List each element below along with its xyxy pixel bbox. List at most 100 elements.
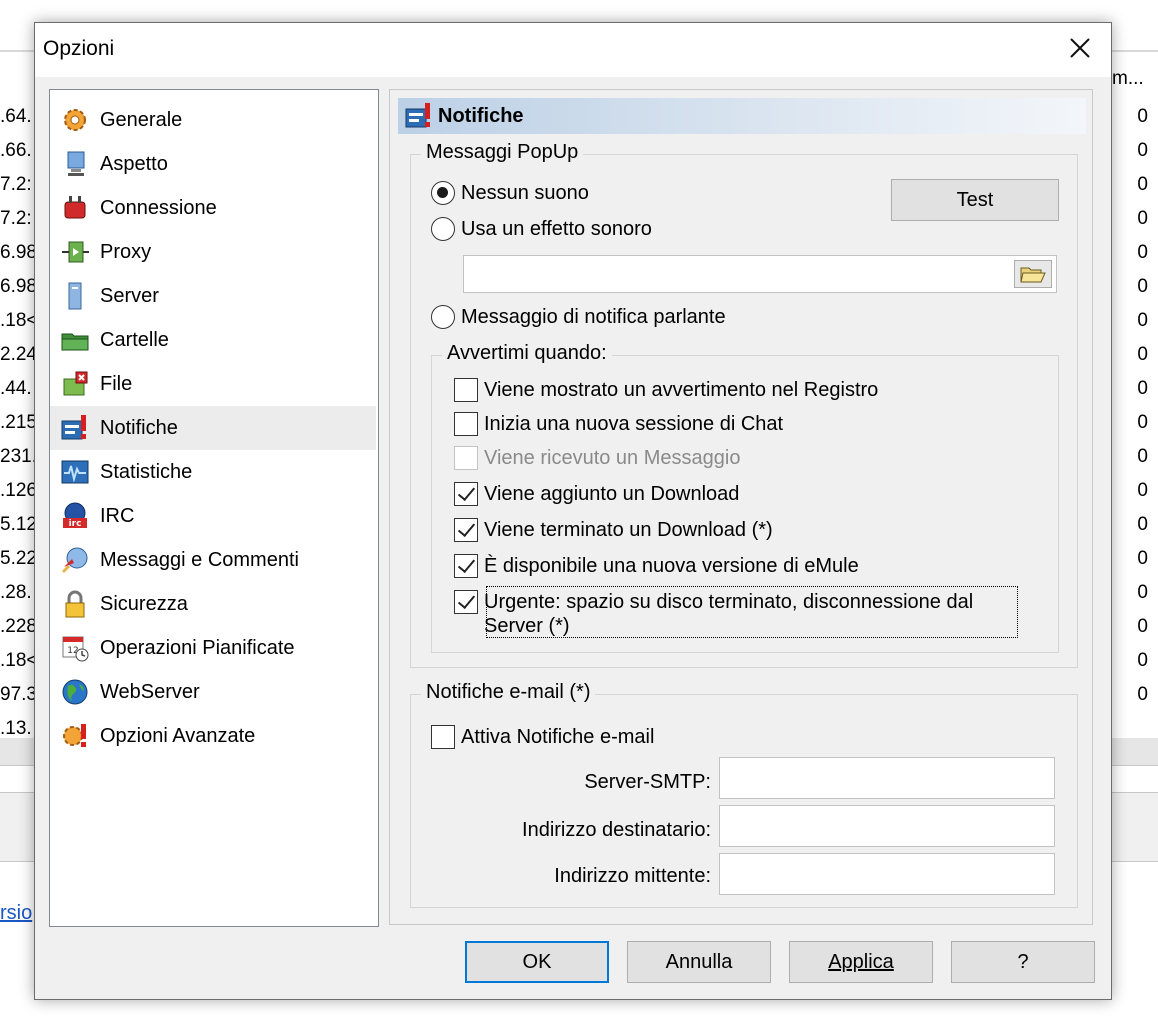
apply-button[interactable]: Applica [789,941,933,983]
warn-option-checkbox[interactable]: Inizia una nuova sessione di Chat [454,412,783,436]
nav-item-sicurezza[interactable]: Sicurezza [50,582,376,626]
nav-item-webserver[interactable]: WebServer [50,670,376,714]
warn-option-label: Viene terminato un Download (*) [484,518,773,541]
recipient-address-input[interactable] [719,805,1055,847]
background-cell: 0 [1137,446,1148,467]
page-title: Notifiche [438,104,524,127]
background-cell: 0 [1137,276,1148,297]
cancel-button[interactable]: Annulla [627,941,771,983]
warn-option-label: Viene aggiunto un Download [484,482,740,505]
options-dialog: Opzioni Generale Aspetto Connessione Proxy S… [34,22,1112,1000]
nav-item-aspetto[interactable]: Aspetto [50,142,376,186]
sender-address-input[interactable] [719,853,1055,895]
nav-item-label: WebServer [100,680,200,703]
speech-notification-label: Messaggio di notifica parlante [461,305,726,328]
folder-icon [58,323,92,357]
sender-address-label: Indirizzo mittente: [554,865,711,887]
nav-item-label: Cartelle [100,328,169,351]
nav-item-file[interactable]: File [50,362,376,406]
file-icon [58,367,92,401]
nav-item-label: Proxy [100,240,152,263]
email-notifications-group: Notifiche e-mail (*) Attiva Notifiche e-… [410,681,1078,908]
options-category-list[interactable]: Generale Aspetto Connessione Proxy Server Car… [49,89,379,927]
nav-item-connessione[interactable]: Connessione [50,186,376,230]
background-cell: 0 [1137,378,1148,399]
email-notifications-legend: Notifiche e-mail (*) [421,681,596,704]
close-button[interactable] [1049,23,1111,73]
nav-item-label: Opzioni Avanzate [100,724,256,747]
nav-item-label: Aspetto [100,152,168,175]
enable-email-checkbox[interactable]: Attiva Notifiche e-mail [431,725,654,749]
advanced-gear-icon [58,719,92,753]
help-button[interactable]: ? [951,941,1095,983]
background-right-column: 0 0 0 0 0 0 0 0 0 0 0 0 0 0 0 0 0 0 [1110,100,1158,712]
dialog-title: Opzioni [43,37,115,60]
sound-effect-radio[interactable]: Usa un effetto sonoro [431,217,652,241]
nav-item-label: Connessione [100,196,217,219]
nav-item-irc[interactable]: irc IRC [50,494,376,538]
statistics-icon [58,455,92,489]
popup-messages-legend: Messaggi PopUp [421,141,584,164]
enable-email-label: Attiva Notifiche e-mail [461,725,655,748]
nav-item-label: Server [100,284,159,307]
radio-indicator [431,181,455,205]
warn-option-checkbox[interactable]: È disponibile una nuova versione di eMul… [454,554,859,578]
nav-item-notifiche[interactable]: Notifiche [50,406,376,450]
background-cell: 0 [1137,242,1148,263]
nav-item-messaggi-e-commenti[interactable]: Messaggi e Commenti [50,538,376,582]
nav-item-label: Messaggi e Commenti [100,548,299,571]
nav-item-label: Sicurezza [100,592,188,615]
checkbox-indicator [454,590,478,614]
sound-file-input[interactable] [463,255,1057,293]
monitor-icon [58,147,92,181]
nav-item-opzioni-avanzate[interactable]: Opzioni Avanzate [50,714,376,758]
ok-button[interactable]: OK [465,941,609,983]
nav-item-server[interactable]: Server [50,274,376,318]
warn-when-legend: Avvertimi quando: [442,342,612,365]
proxy-icon [58,235,92,269]
background-cell: 0 [1137,616,1148,637]
radio-indicator [431,305,455,329]
nav-item-label: Operazioni Pianificate [100,636,295,659]
background-link[interactable]: rsio [0,902,32,925]
apply-button-label: Applica [828,950,894,973]
nav-item-label: Notifiche [100,416,178,439]
recipient-address-label: Indirizzo destinatario: [522,819,711,841]
title-bar: Opzioni [35,23,1111,77]
background-cell: 0 [1137,174,1148,195]
nav-item-generale[interactable]: Generale [50,98,376,142]
background-cell: 0 [1137,412,1148,433]
open-folder-icon [1020,267,1046,283]
nav-item-statistiche[interactable]: Statistiche [50,450,376,494]
background-cell: 0 [1137,310,1148,331]
background-cell: 0 [1137,684,1148,705]
background-cell: 0 [1137,548,1148,569]
background-cell: 0 [1137,650,1148,671]
popup-messages-group: Messaggi PopUp Nessun suono Usa un effet… [410,141,1078,668]
page-header: Notifiche [398,98,1086,134]
speech-notification-radio[interactable]: Messaggio di notifica parlante [431,305,726,329]
warn-option-label: È disponibile una nuova versione di eMul… [484,554,859,577]
warn-option-label: Viene mostrato un avvertimento nel Regis… [484,378,879,401]
background-cell: 0 [1137,480,1148,501]
messages-icon [58,543,92,577]
warn-option-checkbox[interactable]: Viene mostrato un avvertimento nel Regis… [454,378,878,402]
focus-rectangle [486,586,1018,638]
checkbox-indicator [454,412,478,436]
background-cell: 0 [1137,582,1148,603]
nav-item-cartelle[interactable]: Cartelle [50,318,376,362]
background-cell: 0 [1137,106,1148,127]
nav-item-label: File [100,372,133,395]
warn-option-checkbox[interactable]: Viene aggiunto un Download [454,482,739,506]
checkbox-indicator [454,446,478,470]
background-cell: 0 [1137,208,1148,229]
nav-item-proxy[interactable]: Proxy [50,230,376,274]
no-sound-radio[interactable]: Nessun suono [431,181,589,205]
nav-item-operazioni-pianificate[interactable]: 12 Operazioni Pianificate [50,626,376,670]
warn-option-checkbox[interactable]: Viene terminato un Download (*) [454,518,773,542]
test-button[interactable]: Test [891,179,1059,221]
checkbox-indicator [454,378,478,402]
nav-item-label: IRC [100,504,135,527]
smtp-server-input[interactable] [719,757,1055,799]
browse-button[interactable] [1014,260,1052,288]
